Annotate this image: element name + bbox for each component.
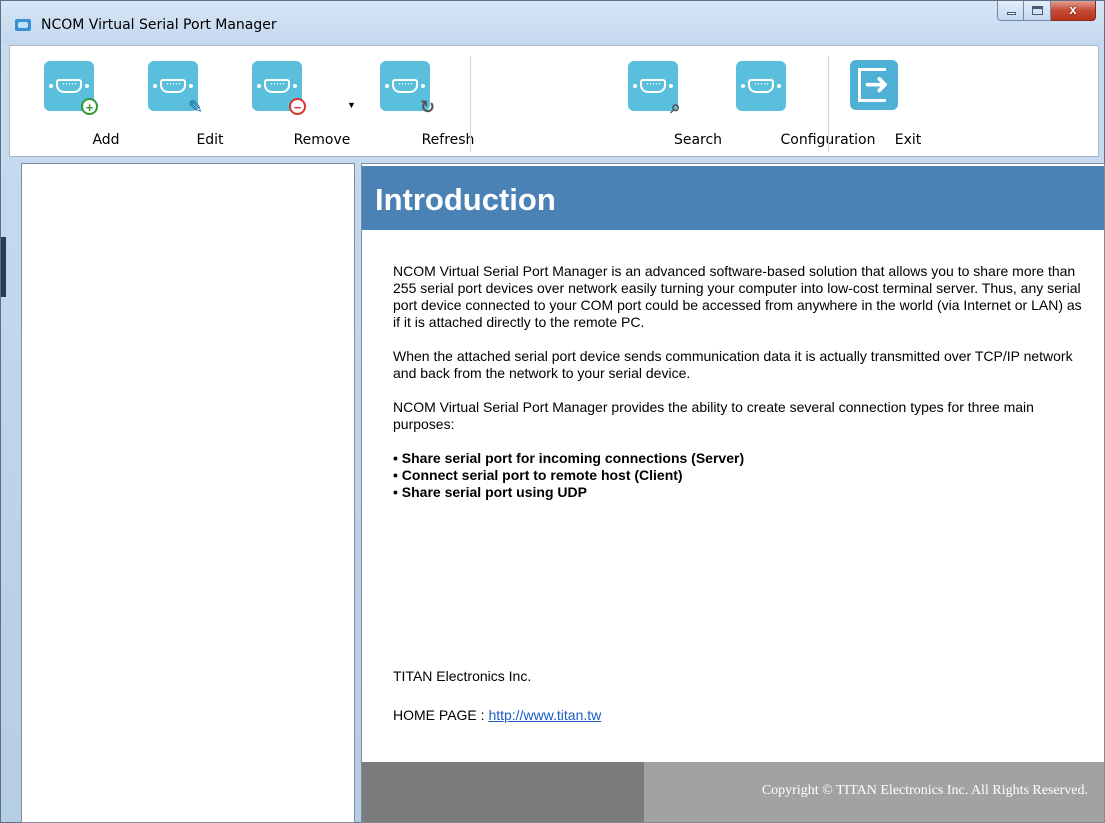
- introduction-content: NCOM Virtual Serial Port Manager is an a…: [393, 263, 1083, 501]
- copyright-text: Copyright © TITAN Electronics Inc. All R…: [644, 762, 1104, 822]
- list-item: Connect serial port to remote host (Clie…: [393, 467, 1083, 484]
- remove-dropdown-arrow[interactable]: ▼: [347, 100, 356, 110]
- introduction-header: Introduction: [362, 166, 1104, 230]
- app-window: NCOM Virtual Serial Port Manager x + Add…: [0, 0, 1105, 823]
- homepage-label: HOME PAGE :: [393, 707, 489, 723]
- window-title: NCOM Virtual Serial Port Manager: [41, 17, 277, 33]
- refresh-label: Refresh: [421, 132, 475, 148]
- exit-button[interactable]: ➜ Exit: [840, 46, 921, 156]
- introduction-panel: Introduction NCOM Virtual Serial Port Ma…: [361, 163, 1105, 823]
- footer-dark-block: [362, 762, 644, 822]
- serial-port-search-icon: ⌕: [628, 61, 681, 116]
- remove-label: Remove: [293, 132, 351, 148]
- window-controls: x: [997, 1, 1096, 22]
- splitter-handle[interactable]: [1, 237, 6, 297]
- search-button[interactable]: ⌕ Search: [618, 46, 722, 156]
- purpose-list: Share serial port for incoming connectio…: [393, 450, 1083, 501]
- serial-port-remove-icon: −: [252, 61, 306, 115]
- page-title: Introduction: [375, 182, 556, 217]
- close-icon: x: [1069, 2, 1077, 17]
- exit-icon: ➜: [850, 60, 898, 110]
- intro-paragraph: When the attached serial port device sen…: [393, 348, 1073, 381]
- remove-button[interactable]: − Remove: [242, 46, 350, 156]
- add-button[interactable]: + Add: [34, 46, 120, 156]
- toolbar: + Add ✎ Edit − Remove ▼ ↻ Refresh: [9, 45, 1099, 157]
- intro-paragraph: NCOM Virtual Serial Port Manager is an a…: [393, 263, 1082, 330]
- maximize-button[interactable]: [1024, 1, 1051, 21]
- homepage-line: HOME PAGE : http://www.titan.tw: [393, 707, 601, 723]
- configuration-button[interactable]: Configuration: [712, 46, 875, 156]
- company-name: TITAN Electronics Inc.: [393, 668, 532, 684]
- intro-paragraph: NCOM Virtual Serial Port Manager provide…: [393, 399, 1034, 432]
- serial-port-edit-icon: ✎: [148, 61, 203, 116]
- serial-port-add-icon: +: [44, 61, 98, 115]
- app-icon[interactable]: [15, 19, 31, 31]
- refresh-button[interactable]: ↻ Refresh: [372, 46, 474, 156]
- minimize-button[interactable]: [997, 1, 1024, 21]
- title-bar[interactable]: NCOM Virtual Serial Port Manager x: [1, 1, 1104, 45]
- homepage-link[interactable]: http://www.titan.tw: [488, 707, 601, 723]
- edit-button[interactable]: ✎ Edit: [138, 46, 224, 156]
- port-tree-panel[interactable]: [21, 163, 355, 823]
- footer-bar: Copyright © TITAN Electronics Inc. All R…: [362, 762, 1104, 822]
- toolbar-separator: [828, 56, 829, 152]
- toolbar-separator: [470, 56, 471, 152]
- minimize-icon: [1007, 12, 1016, 15]
- list-item: Share serial port for incoming connectio…: [393, 450, 1083, 467]
- add-label: Add: [92, 132, 120, 148]
- list-item: Share serial port using UDP: [393, 484, 1083, 501]
- edit-label: Edit: [196, 132, 224, 148]
- close-button[interactable]: x: [1051, 1, 1096, 21]
- serial-port-refresh-icon: ↻: [380, 61, 435, 116]
- maximize-icon: [1032, 6, 1043, 15]
- exit-label: Exit: [894, 132, 922, 148]
- serial-port-config-icon: [736, 61, 786, 111]
